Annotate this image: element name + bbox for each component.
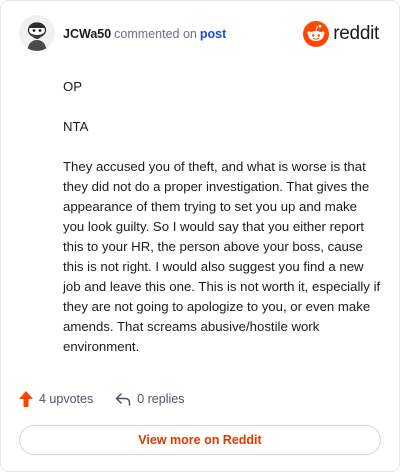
view-more-button[interactable]: View more on Reddit bbox=[19, 425, 381, 455]
user-avatar[interactable] bbox=[19, 15, 55, 51]
upvote-arrow-icon bbox=[19, 391, 33, 407]
username-link[interactable]: JCWa50 bbox=[63, 27, 111, 41]
reply-arrow-icon bbox=[115, 393, 131, 406]
byline-action-text: commented on bbox=[114, 27, 197, 41]
upvote-button[interactable]: 4 upvotes bbox=[19, 391, 93, 407]
embedded-comment-card: JCWa50 commented on post reddit OP NTA The… bbox=[0, 0, 400, 472]
reply-button[interactable]: 0 replies bbox=[115, 392, 184, 406]
comment-paragraph: OP bbox=[63, 79, 83, 94]
upvote-count: 4 upvotes bbox=[39, 392, 94, 406]
reddit-logo[interactable]: reddit bbox=[303, 19, 379, 49]
reddit-logo-icon bbox=[303, 21, 330, 47]
post-link[interactable]: post bbox=[200, 27, 226, 41]
comment-header: JCWa50 commented on post reddit bbox=[19, 13, 381, 57]
comment-paragraph: They accused you of theft, and what is w… bbox=[63, 159, 381, 354]
snoo-avatar-icon bbox=[19, 15, 55, 51]
comment-byline: JCWa50 commented on post bbox=[63, 27, 226, 41]
comment-body: OP NTA They accused you of theft, and wh… bbox=[63, 77, 381, 377]
reddit-wordmark: reddit bbox=[333, 23, 379, 44]
comment-footer: 4 upvotes 0 replies bbox=[19, 389, 206, 409]
reply-count: 0 replies bbox=[137, 392, 185, 406]
comment-paragraph: NTA bbox=[63, 119, 89, 134]
